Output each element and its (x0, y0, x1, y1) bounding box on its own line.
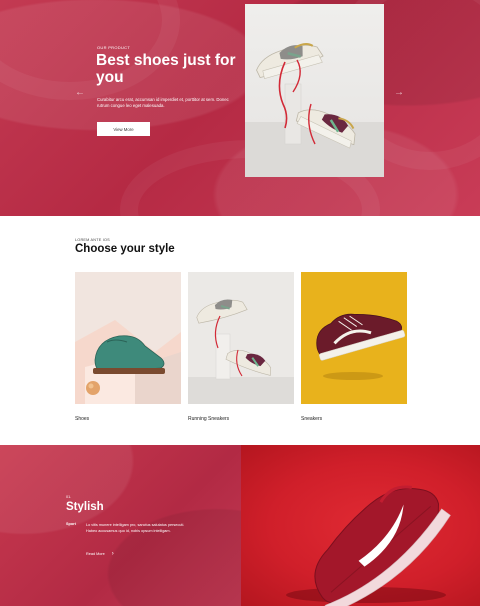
read-more-label: Read More (86, 552, 105, 556)
hero-product-image (245, 4, 384, 177)
category-label[interactable]: Running Sneakers (188, 416, 229, 422)
chevron-right-icon: › (111, 551, 114, 557)
sneakers-image (301, 272, 407, 404)
view-more-button[interactable]: View More (97, 122, 150, 136)
hero-title: Best shoes just for you (96, 52, 236, 86)
shoes-image (75, 272, 181, 404)
feature-number: 01. (66, 495, 72, 499)
category-card-sneakers[interactable] (301, 272, 407, 404)
read-more-link[interactable]: Read More › (86, 551, 114, 557)
feature-description: Lo vitis munere intelligam pro, sanctus … (86, 523, 185, 533)
category-label[interactable]: Shoes (75, 416, 89, 422)
hero-description: Curabitur arcu erat, accumsan id imperdi… (97, 97, 229, 108)
section-eyebrow: LOREM ANTE IOS (75, 238, 110, 242)
category-card-running-sneakers[interactable] (188, 272, 294, 404)
arrow-left-icon[interactable]: ← (75, 88, 85, 98)
hero-eyebrow: OUR PRODUCT (97, 45, 131, 50)
sneaker-top (256, 42, 324, 80)
feature-title: Stylish (66, 501, 104, 513)
category-card-shoes[interactable] (75, 272, 181, 404)
running-sneakers-image (188, 272, 294, 404)
category-label[interactable]: Sneakers (301, 416, 322, 422)
arrow-right-icon[interactable]: → (394, 88, 404, 98)
feature-product-image (241, 445, 480, 606)
feature-tag: Sport (66, 522, 76, 526)
hero-banner: OUR PRODUCT Best shoes just for you Cura… (0, 0, 480, 216)
section-title: Choose your style (75, 243, 175, 255)
